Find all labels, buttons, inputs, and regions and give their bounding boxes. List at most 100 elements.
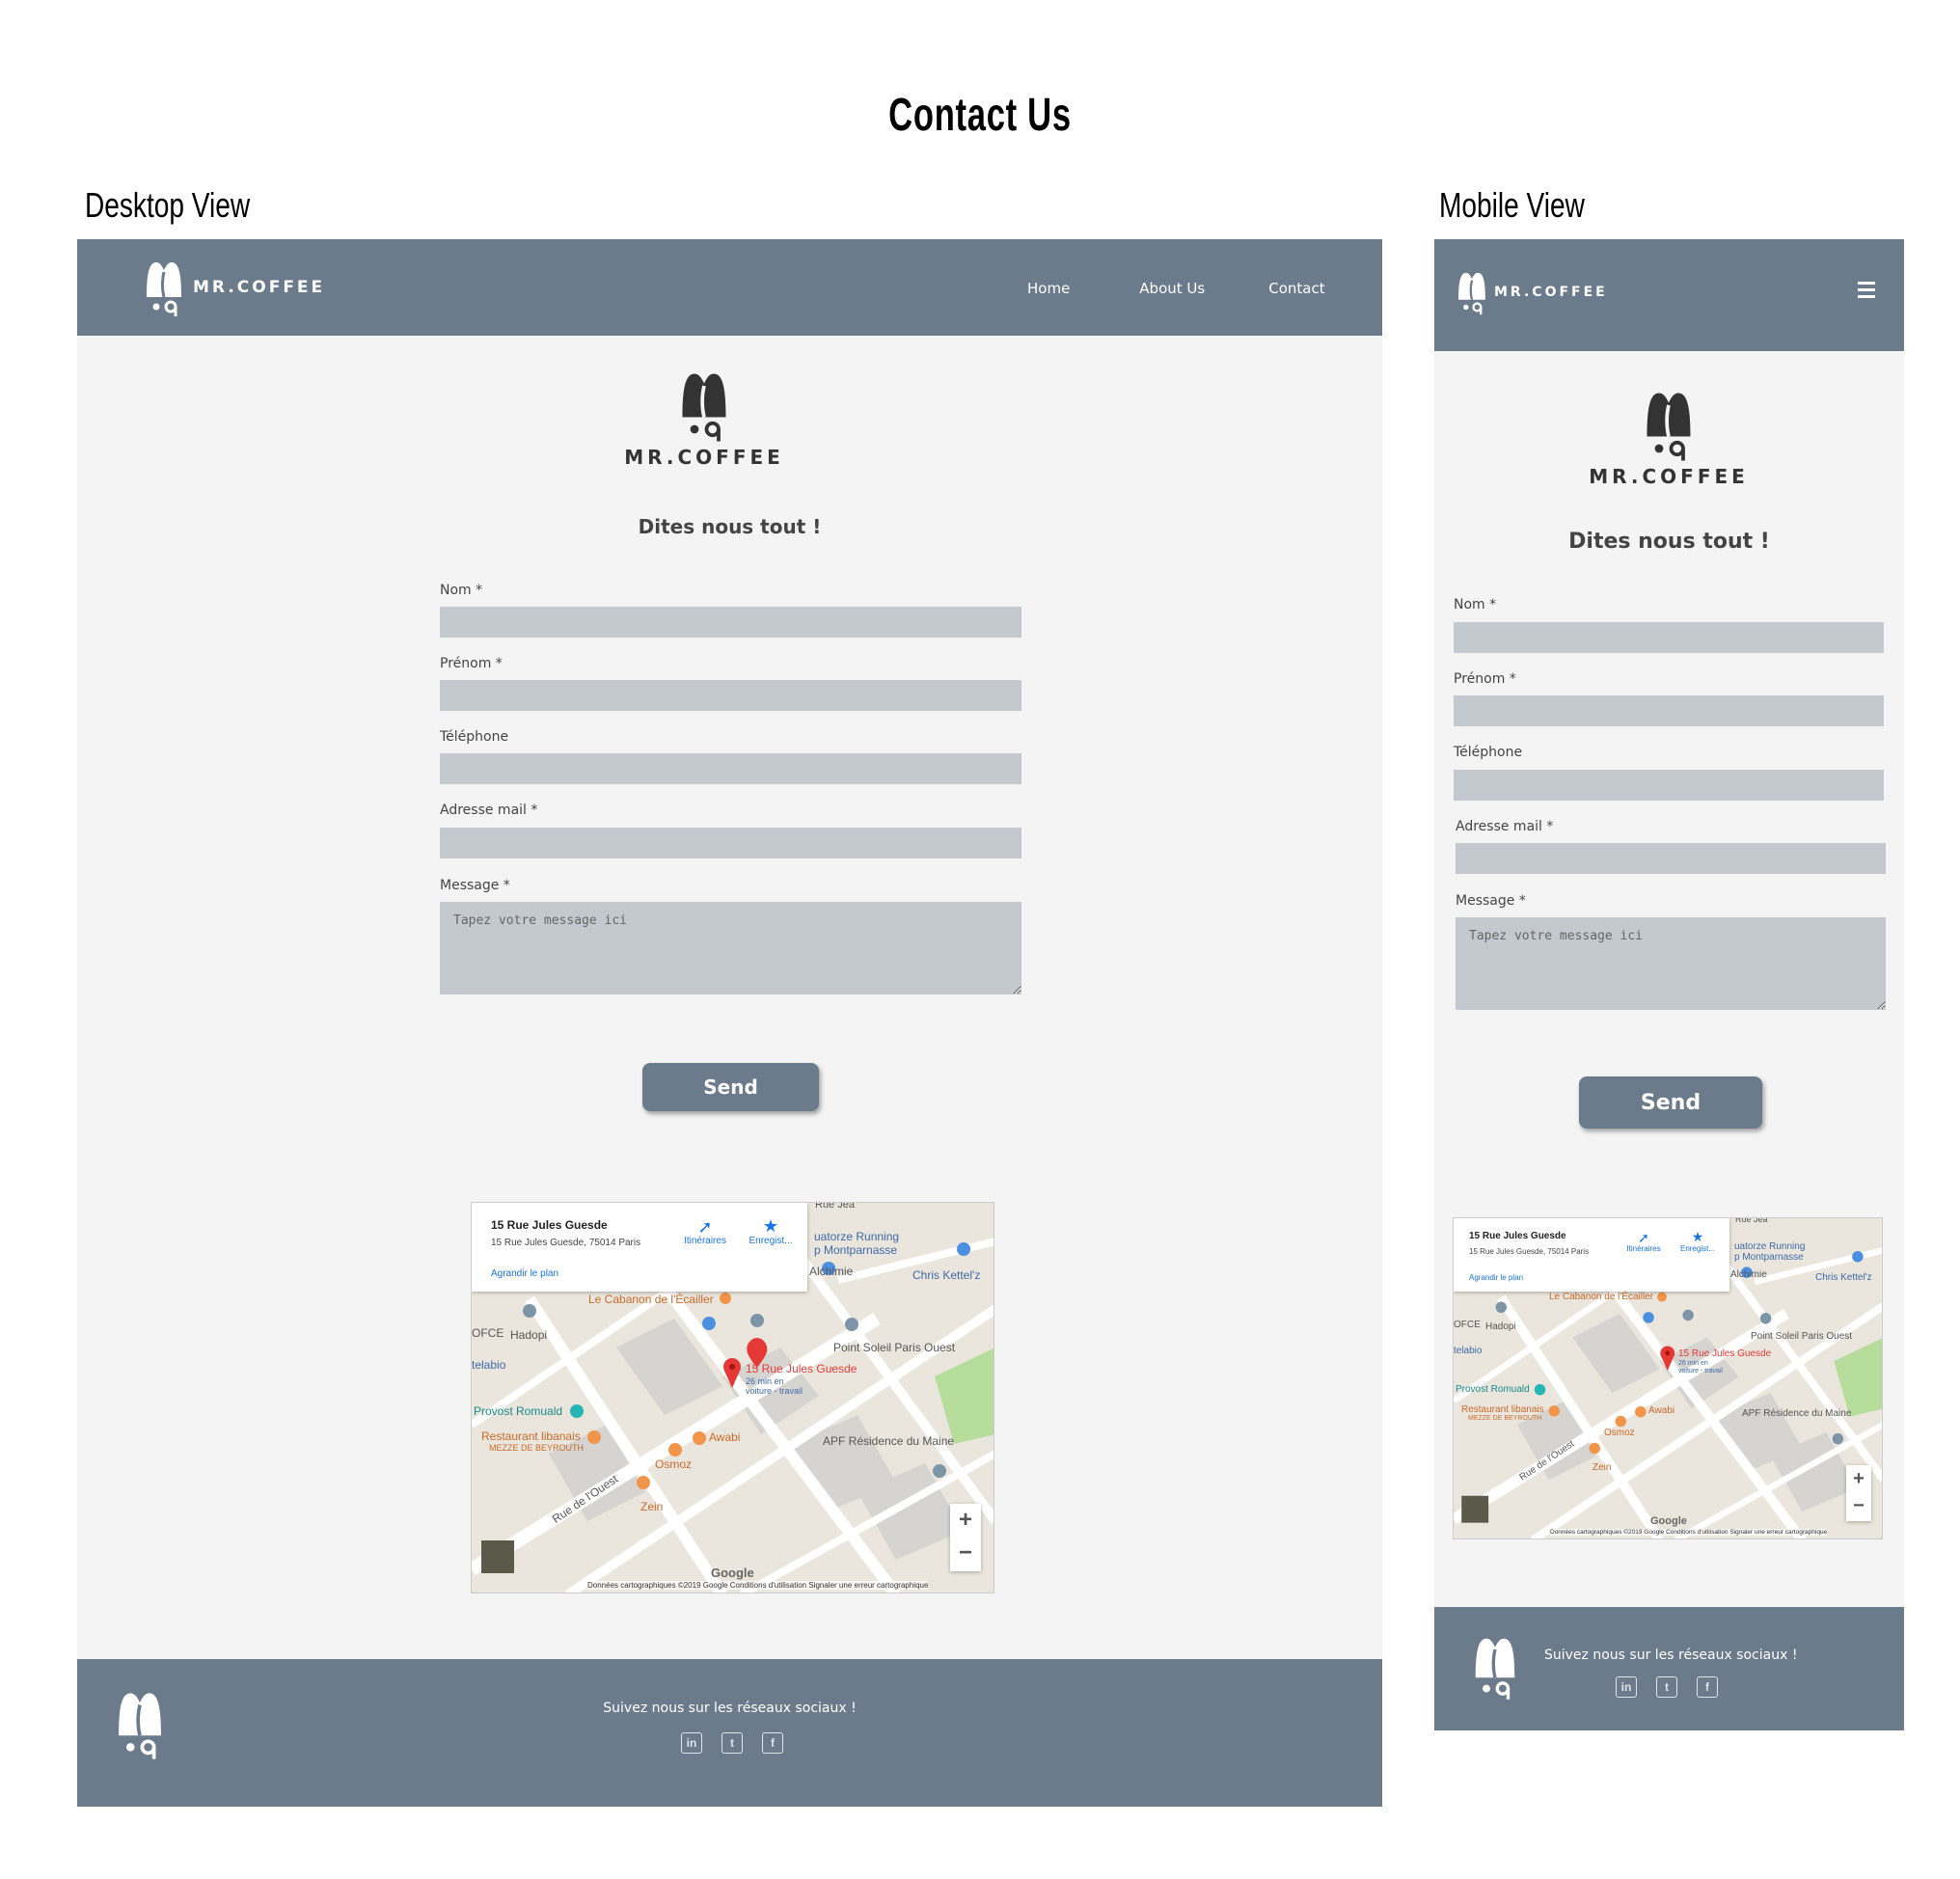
mobile-map-footer-text: Données cartographiques ©2019 Google Con… [1550,1529,1828,1536]
coffee-logo-icon [1647,393,1691,461]
map-zoom-out-button[interactable]: − [950,1537,981,1569]
mobile-map-place-telabio: telabio [1454,1346,1483,1356]
nav-about[interactable]: About Us [1139,280,1205,297]
desktop-center-logo: MR.COFFEE [624,367,781,469]
map-address-title: 15 Rue Jules Guesde [491,1218,608,1232]
mobile-map-pin-sub2: voiture - travail [1678,1368,1723,1375]
form-tagline: Dites nous tout ! [638,515,822,538]
footer-social-text: Suivez nous sur les réseaux sociaux ! [603,1701,857,1716]
prenom-input[interactable] [440,680,1021,711]
mobile-map-enlarge-link[interactable]: Agrandir le plan [1469,1273,1523,1282]
map-place-alchimie: Alchimie [809,1265,854,1278]
map-directions-button[interactable]: ➚ Itinéraires [676,1218,734,1246]
map-address-line: 15 Rue Jules Guesde, 75014 Paris [491,1238,641,1248]
hamburger-menu-icon[interactable] [1858,282,1875,302]
page-title: Contact Us [888,90,1072,141]
mobile-brand-name: MR.COFFEE [1494,285,1608,300]
map-street-top: Rue Jea [815,1202,855,1211]
mobile-map-directions-label: Itinéraires [1626,1244,1661,1253]
mobile-map-place-chris: Chris Kettel'z [1815,1272,1872,1283]
map-save-button[interactable]: ★ Enregist... [742,1216,800,1246]
desktop-view-label: Desktop View [85,185,251,225]
mobile-nom-input[interactable] [1454,622,1884,653]
coffee-logo-icon [1458,272,1485,315]
mobile-prenom-input[interactable] [1454,695,1884,726]
coffee-logo-icon [682,373,726,442]
twitter-icon[interactable]: t [721,1732,743,1754]
mobile-map-zoom-in-button[interactable]: + [1846,1465,1871,1492]
send-button[interactable]: Send [642,1063,819,1111]
coffee-logo-icon [119,1693,161,1759]
mobile-map-zoom-controls: + − [1846,1465,1871,1521]
map-place-osmoz: Osmoz [655,1457,693,1471]
telephone-input[interactable] [440,753,1021,784]
mobile-map-save-button[interactable]: ★ Enregist... [1674,1229,1722,1253]
email-input[interactable] [440,828,1021,858]
desktop-nav: Home About Us Contact [1027,280,1325,297]
mobile-map-info-card: 15 Rue Jules Guesde 15 Rue Jules Guesde,… [1454,1218,1729,1292]
telephone-label: Téléphone [440,729,509,745]
mobile-message-textarea[interactable] [1456,917,1886,1010]
desktop-brand[interactable]: MR.COFFEE [143,257,325,318]
map-place-ofce: OFCE [472,1326,504,1340]
nav-contact[interactable]: Contact [1268,280,1324,297]
mobile-center-logo-text: MR.COFFEE [1589,465,1749,488]
directions-icon: ➚ [697,1217,713,1237]
map-zoom-in-button[interactable]: + [950,1504,981,1537]
mobile-linkedin-icon[interactable]: in [1616,1676,1637,1698]
mobile-map-place-provost: Provost Romuald [1456,1384,1530,1395]
map-enlarge-link[interactable]: Agrandir le plan [491,1268,558,1279]
facebook-icon[interactable]: f [762,1732,783,1754]
star-icon: ★ [762,1216,779,1236]
mobile-twitter-icon[interactable]: t [1656,1676,1677,1698]
desktop-footer: Suivez nous sur les réseaux sociaux ! in… [77,1659,1382,1807]
prenom-label: Prénom * [440,656,503,671]
map-place-montparnasse: p Montparnasse [814,1243,898,1257]
desktop-navbar: MR.COFFEE Home About Us Contact [77,239,1382,336]
map-footer-text: Données cartographiques ©2019 Google Con… [587,1581,929,1590]
mobile-map-place-cabanon: Le Cabanon de l'Écailler [1549,1292,1654,1302]
nom-input[interactable] [440,607,1021,638]
linkedin-icon[interactable]: in [681,1732,702,1754]
mobile-facebook-icon[interactable]: f [1697,1676,1718,1698]
mobile-map-pin-label: 15 Rue Jules Guesde [1678,1348,1772,1359]
mobile-map-directions-button[interactable]: ➚ Itinéraires [1620,1231,1668,1253]
mobile-footer: Suivez nous sur les réseaux sociaux ! in… [1434,1607,1904,1730]
desktop-map[interactable]: 15 Rue Jules Guesde 15 Rue Jules Guesde,… [471,1202,994,1593]
mobile-email-label: Adresse mail * [1456,819,1554,834]
mobile-telephone-input[interactable] [1454,770,1884,801]
email-label: Adresse mail * [440,803,538,818]
map-directions-label: Itinéraires [684,1236,726,1246]
mobile-nom-label: Nom * [1454,597,1497,613]
directions-icon: ➚ [1638,1230,1649,1245]
desktop-social-icons: in t f [681,1732,783,1754]
map-place-provost: Provost Romuald [474,1404,563,1418]
mobile-message-label: Message * [1456,893,1526,909]
map-place-zein: Zein [640,1500,664,1513]
mobile-map-street-top: Rue Jea [1735,1217,1768,1224]
coffee-logo-icon [1475,1638,1515,1700]
nav-home[interactable]: Home [1027,280,1070,297]
mobile-view-label: Mobile View [1439,185,1585,225]
brand-name: MR.COFFEE [193,278,326,297]
message-textarea[interactable] [440,902,1021,994]
map-place-awabi: Awabi [709,1430,741,1444]
desktop-frame: MR.COFFEE Home About Us Contact MR.COFFE… [77,239,1382,1807]
mobile-google-logo: Google [1650,1515,1687,1527]
mobile-email-input[interactable] [1456,843,1886,874]
mobile-map-place-zein: Zein [1592,1462,1612,1473]
mobile-map-zoom-out-button[interactable]: − [1846,1492,1871,1519]
map-place-soleil: Point Soleil Paris Ouest [833,1341,956,1354]
map-place-restaurant: Restaurant libanais [481,1430,581,1443]
map-place-cabanon: Le Cabanon de l'Écailler [588,1293,714,1306]
mobile-brand[interactable]: MR.COFFEE [1456,268,1608,316]
star-icon: ★ [1691,1229,1704,1244]
mobile-map-place-montparnasse: p Montparnasse [1734,1252,1804,1263]
map-place-chris: Chris Kettel'z [912,1268,981,1282]
mobile-center-logo: MR.COFFEE [1589,386,1749,488]
mobile-frame: MR.COFFEE MR.COFFEE Dites nous tout ! No… [1434,239,1904,1730]
mobile-map[interactable]: 15 Rue Jules Guesde 15 Rue Jules Guesde,… [1453,1217,1883,1539]
mobile-map-pin-sub1: 26 min en [1678,1360,1708,1367]
mobile-social-icons: in t f [1616,1676,1718,1698]
mobile-send-button[interactable]: Send [1579,1076,1762,1129]
